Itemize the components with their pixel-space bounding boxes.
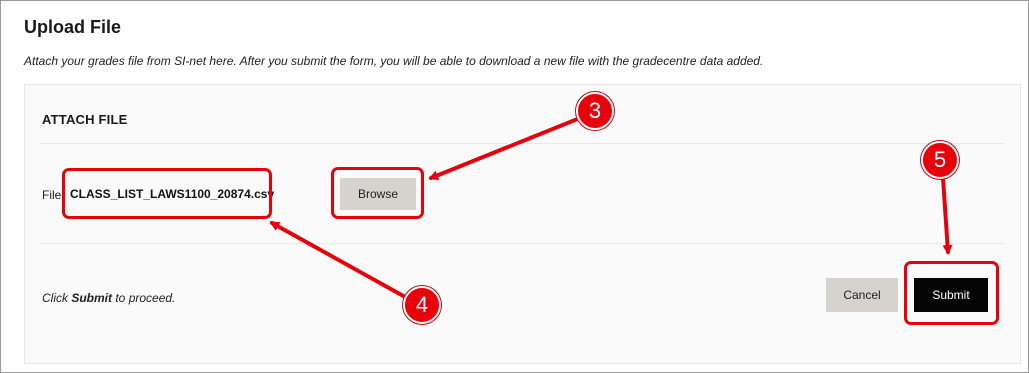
page-title: Upload File (24, 17, 122, 37)
highlight-browse-button (331, 167, 424, 219)
callout-4: 4 (403, 286, 441, 324)
callout-5: 5 (921, 141, 959, 179)
proceed-bold: Submit (71, 291, 113, 305)
proceed-suffix: to proceed. (112, 291, 176, 305)
attach-panel (24, 84, 1021, 364)
cancel-button[interactable]: Cancel (826, 278, 898, 312)
highlight-file-name (62, 168, 272, 219)
divider (40, 243, 1004, 244)
proceed-prefix: Click (42, 291, 72, 305)
highlight-submit-button (904, 261, 999, 325)
divider (40, 143, 1004, 144)
intro-text: Attach your grades file from SI-net here… (24, 54, 764, 68)
proceed-instruction: Click Submit to proceed. (42, 291, 175, 305)
callout-3: 3 (576, 92, 614, 130)
section-title-attach-file: ATTACH FILE (42, 112, 128, 127)
